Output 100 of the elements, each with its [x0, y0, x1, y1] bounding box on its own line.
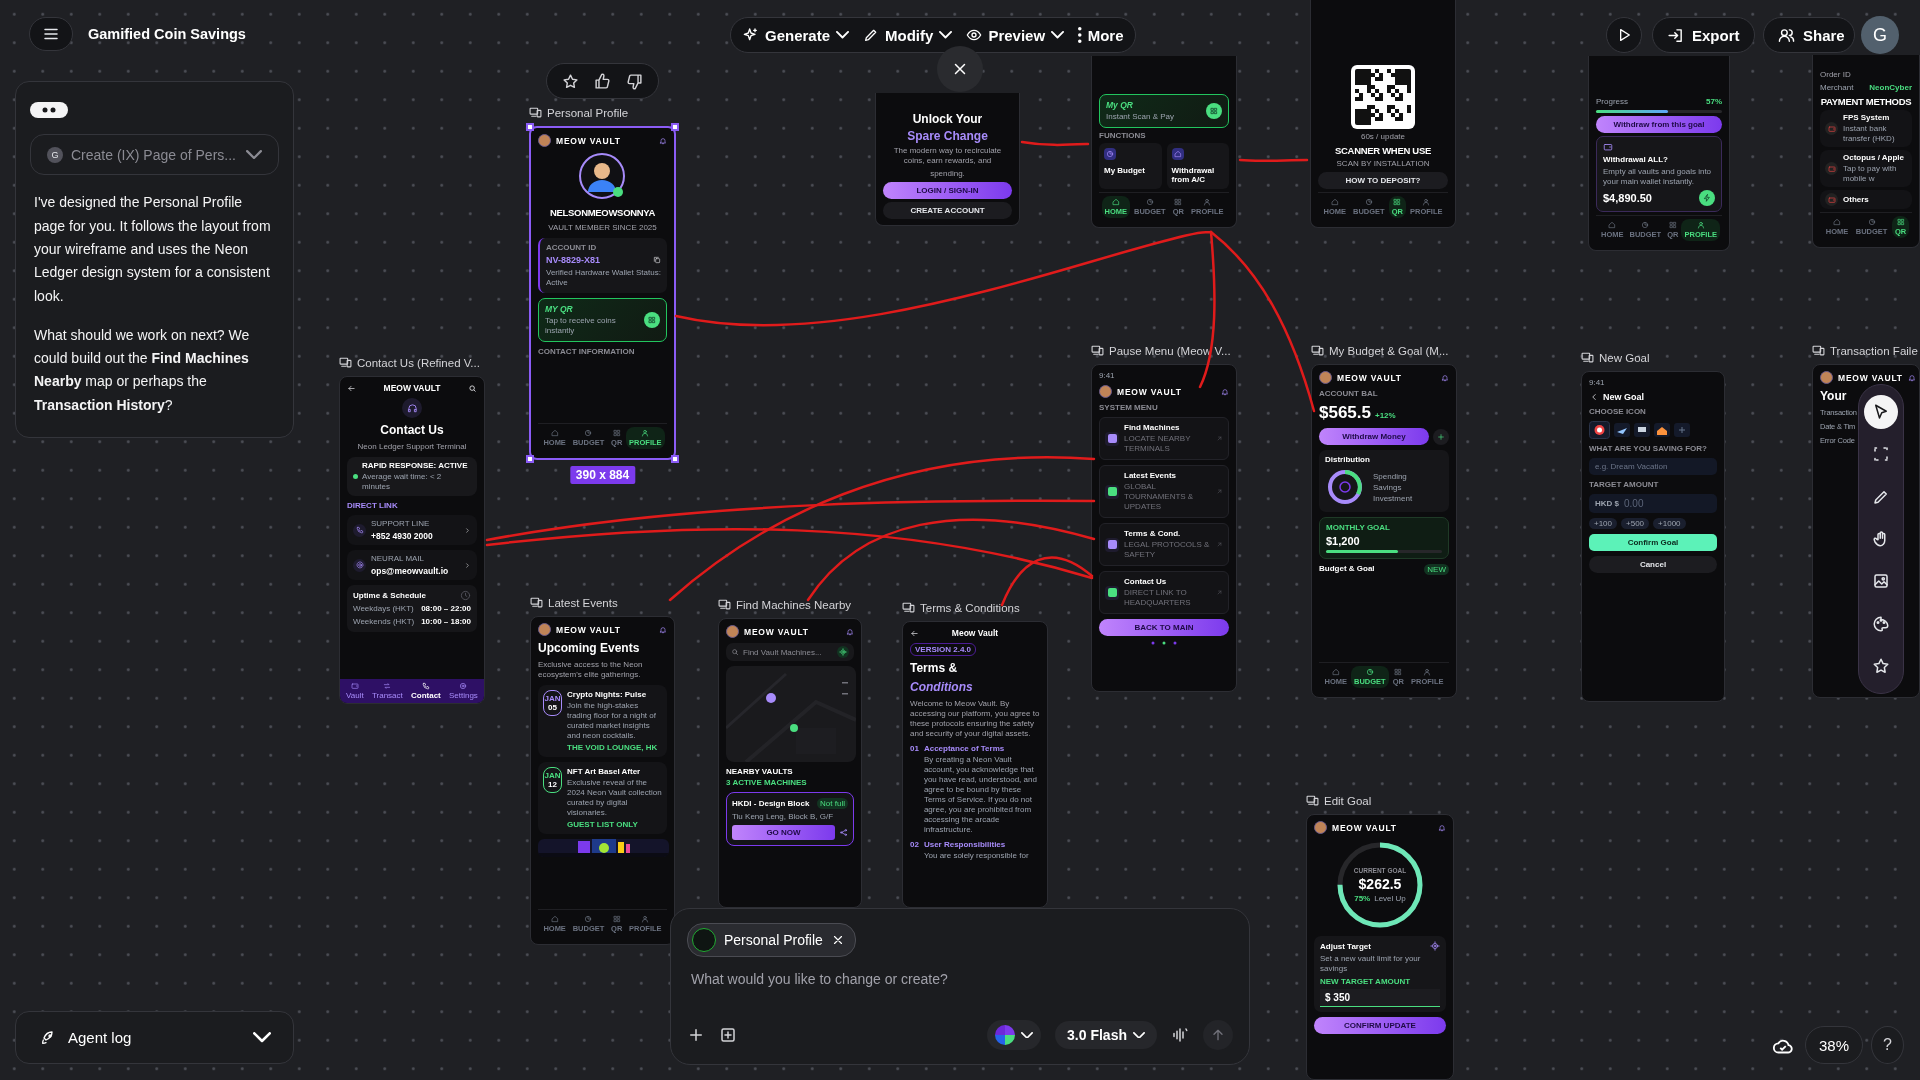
- menu-item[interactable]: Contact Us DIRECT LINK TO HEADQUARTERS: [1099, 571, 1229, 614]
- amount-chip[interactable]: +500: [1621, 518, 1650, 529]
- frame-label[interactable]: Terms & Conditions: [902, 601, 1020, 614]
- add-frame-icon[interactable]: [719, 1026, 737, 1044]
- screen-frame[interactable]: 9:41 New Goal CHOOSE ICON WHAT ARE YOU SAVING FOR? e.g. Dream Vacation TARGET AMOUNT HKD $ 0.00 +100 +500 +1000 Confirm Goal Cancel: [1581, 371, 1725, 702]
- bell-icon[interactable]: [659, 136, 667, 145]
- search-field[interactable]: Find Vault Machines...: [726, 643, 854, 661]
- toolbar-button[interactable]: Modify: [863, 26, 953, 44]
- amount-chip[interactable]: +100: [1589, 518, 1618, 529]
- frame-label[interactable]: Contact Us (Refined V...: [339, 356, 480, 369]
- qr-card[interactable]: My QR Instant Scan & Pay: [1099, 94, 1229, 128]
- qr-button[interactable]: [644, 312, 660, 328]
- screen-frame[interactable]: Unlock Your Spare Change The modern way to recirculate coins, earn rewards, and spending. LOGIN / SIGN-IN CREATE ACCOUNT: [875, 93, 1020, 226]
- agent-log-button[interactable]: Agent log: [15, 1011, 294, 1064]
- frame-label[interactable]: Latest Events: [530, 596, 618, 609]
- target-field[interactable]: $ 350: [1320, 989, 1440, 1007]
- menu-item[interactable]: Find Machines LOCATE NEARBY TERMINALS: [1099, 417, 1229, 460]
- goal-name-field[interactable]: e.g. Dream Vacation: [1589, 458, 1717, 475]
- star-icon[interactable]: [562, 72, 580, 90]
- model-dropdown[interactable]: 3.0 Flash: [1055, 1021, 1157, 1049]
- withdraw-button[interactable]: Withdraw Money: [1319, 428, 1429, 445]
- thumbs-down-icon[interactable]: [625, 72, 643, 90]
- tab-item[interactable]: Settings: [448, 682, 478, 700]
- primary-button[interactable]: BACK TO MAIN: [1099, 619, 1229, 636]
- bell-icon[interactable]: [1441, 373, 1449, 382]
- frame-label[interactable]: New Goal: [1581, 351, 1650, 364]
- menu-item[interactable]: Terms & Cond. LEGAL PROTOCOLS & SAFETY: [1099, 523, 1229, 566]
- screen-frame[interactable]: [339, 376, 485, 704]
- help-button[interactable]: ?: [1871, 1026, 1904, 1064]
- toolbar-button[interactable]: Preview: [966, 26, 1065, 44]
- function-tile[interactable]: Withdrawal from A/C: [1166, 143, 1229, 189]
- primary-button[interactable]: LOGIN / SIGN-IN: [883, 182, 1012, 199]
- contact-row[interactable]: NEURAL MAIL ops@meowvault.io: [347, 550, 477, 580]
- bell-icon[interactable]: [1221, 387, 1229, 396]
- frame-label[interactable]: Transaction Faile: [1812, 344, 1918, 357]
- secondary-button[interactable]: HOW TO DEPOSIT?: [1318, 172, 1448, 189]
- frame-label[interactable]: Personal Profile: [529, 106, 629, 119]
- bell-icon[interactable]: [659, 625, 667, 634]
- frame-label[interactable]: Find Machines Nearby: [718, 598, 852, 611]
- contact-row[interactable]: SUPPORT LINE +852 4930 2000: [347, 515, 477, 545]
- amount-chip[interactable]: +1000: [1653, 518, 1686, 529]
- resize-handle[interactable]: [671, 123, 679, 131]
- model-selector[interactable]: [987, 1020, 1042, 1050]
- bell-icon[interactable]: [1907, 373, 1916, 382]
- search-icon[interactable]: [468, 383, 477, 393]
- frame-label[interactable]: My Budget & Goal (M...: [1311, 344, 1449, 357]
- avatar-icon: [538, 623, 551, 636]
- resize-handle[interactable]: [671, 455, 679, 463]
- share-icon[interactable]: [839, 828, 848, 837]
- payment-option[interactable]: Octopus / Apple Tap to pay with mobile w: [1820, 150, 1912, 187]
- menu-item[interactable]: Latest Events GLOBAL TOURNAMENTS & UPDATES: [1099, 465, 1229, 518]
- primary-button[interactable]: Withdraw from this goal: [1596, 116, 1722, 133]
- screen-frame[interactable]: [530, 616, 675, 945]
- back-icon[interactable]: [910, 628, 919, 638]
- vault-card[interactable]: HKDI - Design Block Not full Tiu Keng Leng, Block B, G/F GO NOW: [726, 792, 854, 846]
- resize-handle[interactable]: [526, 455, 534, 463]
- close-button[interactable]: [937, 46, 983, 92]
- prompt-field[interactable]: What would you like to change or create?: [687, 971, 1233, 987]
- add-button[interactable]: [1433, 428, 1449, 445]
- screen-frame[interactable]: [902, 621, 1048, 908]
- primary-button[interactable]: CONFIRM UPDATE: [1314, 1017, 1446, 1034]
- voice-icon[interactable]: [1171, 1026, 1189, 1044]
- frame-label[interactable]: Edit Goal: [1306, 794, 1372, 807]
- bell-icon[interactable]: [1438, 823, 1446, 832]
- secondary-button[interactable]: CREATE ACCOUNT: [883, 202, 1012, 219]
- event-tag: GUEST LIST ONLY: [567, 820, 662, 829]
- confirm-button[interactable]: Confirm Goal: [1589, 534, 1717, 551]
- screen-frame[interactable]: 9:41 MEOW VAULT SYSTEM MENU Find Machines LOCATE NEARBY TERMINALS Latest Events GLOBAL TOURNAMENTS & UPDATES Terms & Cond. LEGAL PROTOCOLS & SAFETY Contact Us DIRECT LINK TO HEADQUARTERS BACK TO MAIN: [1091, 364, 1237, 692]
- bell-icon[interactable]: [846, 627, 854, 636]
- back-icon[interactable]: [1589, 392, 1599, 402]
- amount-field[interactable]: 0.00: [1624, 498, 1674, 509]
- toolbar-button[interactable]: Generate: [743, 26, 850, 44]
- payment-option[interactable]: Others: [1820, 190, 1912, 209]
- share-button[interactable]: Share: [1763, 17, 1855, 53]
- confirm-button[interactable]: [1699, 190, 1715, 206]
- context-chip[interactable]: Personal Profile: [687, 923, 856, 957]
- play-button[interactable]: [1606, 17, 1642, 53]
- menu-button[interactable]: [29, 17, 73, 51]
- qr-card[interactable]: MY QR Tap to receive coins instantly: [538, 298, 667, 342]
- go-button[interactable]: GO NOW: [732, 825, 835, 840]
- screen-frame[interactable]: MEOW VAULT Find Vault Machines... NEARBY VAULTS 3 ACTIVE MACHINES HKDI - Design Block Not full Tiu Keng Leng, Block B, G/F GO NOW: [718, 618, 862, 908]
- send-button[interactable]: [1203, 1020, 1233, 1050]
- thumbs-up-icon[interactable]: [594, 72, 611, 90]
- copy-icon[interactable]: [653, 256, 661, 264]
- back-icon[interactable]: [347, 383, 356, 393]
- resize-handle[interactable]: [526, 123, 534, 131]
- plus-icon[interactable]: [687, 1026, 705, 1044]
- pointer-tool[interactable]: [1864, 395, 1898, 430]
- tab-item[interactable]: Contact: [410, 682, 441, 700]
- toolbar-button[interactable]: More: [1078, 26, 1124, 44]
- export-button[interactable]: Export: [1652, 17, 1755, 53]
- function-tile[interactable]: My Budget: [1099, 143, 1162, 189]
- tab-item[interactable]: Transact: [371, 682, 403, 700]
- qr-button[interactable]: [1206, 103, 1222, 119]
- task-dropdown[interactable]: G Create (IX) Page of Pers...: [30, 134, 279, 176]
- user-avatar[interactable]: G: [1861, 16, 1899, 54]
- payment-option[interactable]: FPS System Instant bank transfer (HKD): [1820, 110, 1912, 147]
- zoom-level[interactable]: 38%: [1805, 1026, 1863, 1064]
- secondary-button[interactable]: Cancel: [1589, 556, 1717, 573]
- tab-item[interactable]: Vault: [346, 682, 364, 700]
